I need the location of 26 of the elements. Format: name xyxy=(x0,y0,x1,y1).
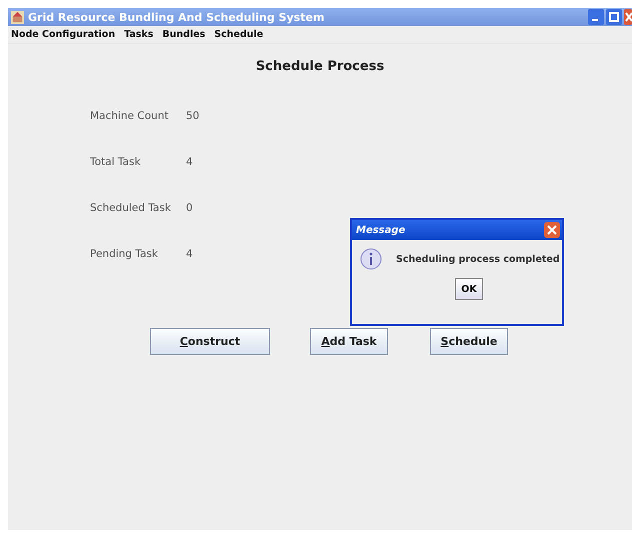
menu-item[interactable]: Bundles xyxy=(162,29,206,40)
field-value: 4 xyxy=(186,248,193,260)
field-label: Pending Task xyxy=(90,248,159,260)
action-button[interactable]: Construct xyxy=(150,328,270,355)
dialog-message: Scheduling process completed xyxy=(396,254,560,264)
field-value: 4 xyxy=(186,156,193,168)
info-icon xyxy=(360,248,382,270)
maximize-icon[interactable] xyxy=(606,9,622,25)
menu-item[interactable]: Schedule xyxy=(214,29,264,40)
dialog-title: Message xyxy=(356,224,406,236)
action-button[interactable]: Schedule xyxy=(430,328,508,355)
menu-item[interactable]: Tasks xyxy=(124,29,154,40)
window-title: Grid Resource Bundling And Scheduling System xyxy=(28,10,326,24)
menu-item[interactable]: Node Configuration xyxy=(11,29,116,40)
minimize-icon[interactable] xyxy=(588,9,604,25)
field-value: 50 xyxy=(186,110,200,122)
field-label: Machine Count xyxy=(90,110,170,122)
panel-heading: Schedule Process xyxy=(256,59,384,74)
field-label: Total Task xyxy=(90,156,142,168)
app-icon xyxy=(11,10,24,24)
close-icon[interactable] xyxy=(624,9,632,25)
action-button[interactable]: Add Task xyxy=(310,328,388,355)
field-value: 0 xyxy=(186,202,193,214)
close-icon[interactable] xyxy=(544,222,560,238)
ok-button[interactable]: OK xyxy=(455,278,483,300)
field-label: Scheduled Task xyxy=(90,202,172,214)
